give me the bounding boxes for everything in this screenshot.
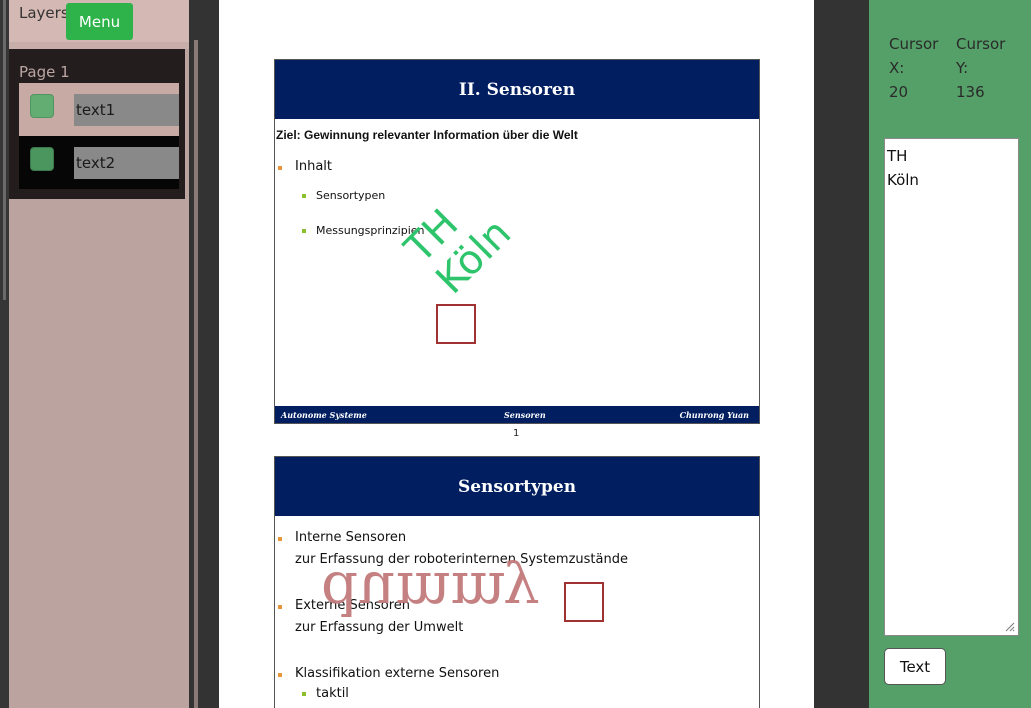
- left-scrollbar[interactable]: [3, 0, 6, 300]
- layer-row[interactable]: text1: [19, 83, 179, 136]
- text-button[interactable]: Text: [884, 648, 946, 685]
- menu-button[interactable]: Menu: [66, 3, 133, 40]
- sub-bullet-text: taktil: [316, 686, 349, 701]
- sub-bullet-marker: [302, 194, 306, 198]
- cursor-x-label: Cursor X:: [889, 35, 939, 77]
- cursor-y-label: Cursor Y:: [956, 35, 1006, 77]
- footer-center: Sensoren: [504, 410, 546, 420]
- page-label: Page 1: [19, 63, 70, 81]
- layer-row[interactable]: text2: [19, 136, 179, 189]
- page-number: 1: [513, 428, 520, 439]
- cursor-x-value: 20: [889, 83, 909, 101]
- bullet-text: Klassifikation externe Sensoren: [295, 666, 500, 681]
- layer-text-input[interactable]: TH Köln: [884, 138, 1019, 636]
- bullet-marker: [278, 605, 282, 609]
- layer-move-handle[interactable]: [564, 582, 604, 622]
- cursor-y-readout: Cursor Y: 136: [956, 32, 1016, 104]
- layer-name-field[interactable]: text2: [74, 147, 179, 179]
- layer-color-swatch[interactable]: [30, 94, 54, 118]
- cursor-x-readout: Cursor X: 20: [889, 32, 949, 104]
- bullet-marker: [278, 166, 282, 170]
- layer-move-handle[interactable]: [436, 304, 476, 344]
- layer-name-field[interactable]: text1: [74, 94, 179, 126]
- slide-title: II. Sensoren: [275, 60, 759, 119]
- sub-bullet-text: Sensortypen: [316, 189, 386, 202]
- slide-subtitle: Ziel: Gewinnung relevanter Information ü…: [276, 128, 578, 142]
- layer-color-swatch[interactable]: [30, 147, 54, 171]
- layers-title: Layers: [19, 4, 69, 22]
- layers-panel: Layers Menu Page 1 text1 text2: [9, 0, 198, 708]
- bullet-marker: [278, 673, 282, 677]
- page-group[interactable]: Page 1 text1 text2: [9, 49, 185, 199]
- slide-footer: Autonome Systeme Sensoren Chunrong Yuan: [275, 406, 759, 423]
- footer-right: Chunrong Yuan: [679, 410, 749, 420]
- properties-panel: Cursor X: 20 Cursor Y: 136 TH Köln Text: [869, 0, 1031, 708]
- layers-scrollbar[interactable]: [194, 40, 198, 708]
- bullet-text: Inhalt: [295, 159, 332, 174]
- document-page[interactable]: II. Sensoren Ziel: Gewinnung relevanter …: [219, 0, 814, 708]
- layers-header: Layers Menu: [9, 0, 189, 42]
- text-layer-2[interactable]: dummy: [321, 559, 561, 627]
- bullet-text: Interne Sensoren: [295, 530, 407, 545]
- slide-title: Sensortypen: [275, 457, 759, 516]
- resize-handle-icon[interactable]: [1003, 620, 1015, 632]
- footer-left: Autonome Systeme: [281, 410, 367, 420]
- header-divider: [9, 42, 189, 49]
- bullet-marker: [278, 537, 282, 541]
- sub-bullet-marker: [302, 692, 306, 696]
- cursor-y-value: 136: [956, 83, 985, 101]
- left-edge: [0, 0, 9, 708]
- sub-bullet-marker: [302, 229, 306, 233]
